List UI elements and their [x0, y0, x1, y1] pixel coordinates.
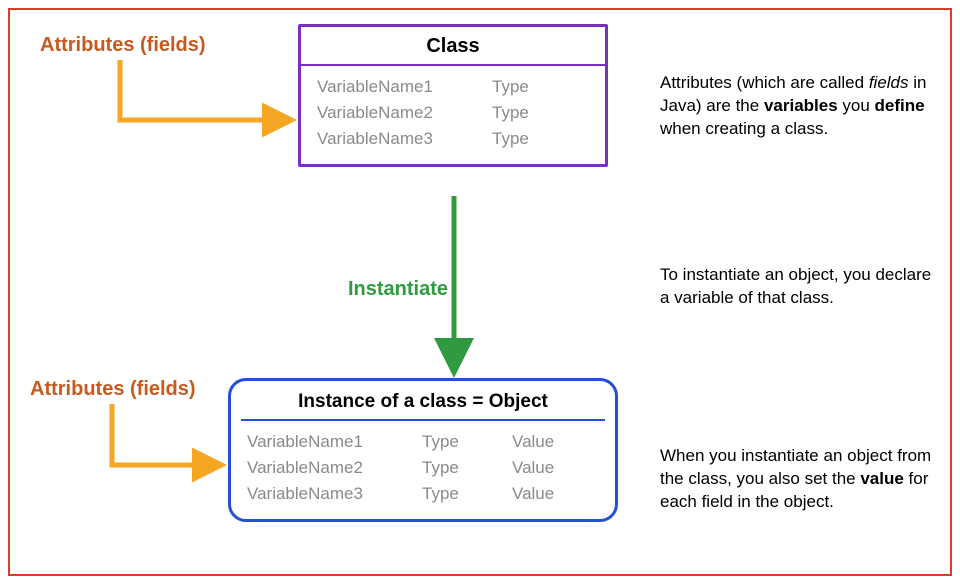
field-type: Type	[492, 103, 552, 123]
class-row: VariableName3 Type	[317, 126, 589, 152]
attributes-label-top: Attributes (fields)	[40, 34, 206, 57]
field-type: Type	[492, 77, 552, 97]
attributes-label-bottom: Attributes (fields)	[30, 378, 196, 401]
instantiate-label: Instantiate	[348, 278, 448, 301]
object-box-rows: VariableName1 Type Value VariableName2 T…	[231, 423, 615, 519]
diagram-canvas: Attributes (fields) Attributes (fields) …	[0, 0, 960, 585]
description-attributes: Attributes (which are called fields in J…	[660, 72, 940, 141]
field-type: Type	[422, 484, 482, 504]
description-object: When you instantiate an object from the …	[660, 445, 940, 514]
field-name: VariableName1	[317, 77, 462, 97]
field-name: VariableName1	[247, 432, 392, 452]
object-box-separator	[241, 419, 605, 421]
field-name: VariableName3	[317, 129, 462, 149]
text-bold: variables	[764, 96, 838, 115]
text-bold: define	[875, 96, 925, 115]
object-box-title: Instance of a class = Object	[231, 381, 615, 419]
class-box: Class VariableName1 Type VariableName2 T…	[298, 24, 608, 167]
text: you	[838, 96, 875, 115]
field-value: Value	[512, 458, 572, 478]
field-name: VariableName2	[317, 103, 462, 123]
object-row: VariableName2 Type Value	[247, 455, 599, 481]
field-type: Type	[422, 458, 482, 478]
field-name: VariableName2	[247, 458, 392, 478]
class-box-rows: VariableName1 Type VariableName2 Type Va…	[301, 68, 605, 164]
field-type: Type	[422, 432, 482, 452]
description-instantiate: To instantiate an object, you declare a …	[660, 264, 940, 310]
class-box-title: Class	[301, 27, 605, 64]
field-value: Value	[512, 432, 572, 452]
class-row: VariableName2 Type	[317, 100, 589, 126]
object-box: Instance of a class = Object VariableNam…	[228, 378, 618, 522]
field-type: Type	[492, 129, 552, 149]
class-row: VariableName1 Type	[317, 74, 589, 100]
field-name: VariableName3	[247, 484, 392, 504]
class-box-separator	[301, 64, 605, 66]
object-row: VariableName3 Type Value	[247, 481, 599, 507]
text-italic: fields	[869, 73, 909, 92]
field-value: Value	[512, 484, 572, 504]
text-bold: value	[860, 469, 903, 488]
text: when creating a class.	[660, 119, 828, 138]
text: Attributes (which are called	[660, 73, 869, 92]
object-row: VariableName1 Type Value	[247, 429, 599, 455]
